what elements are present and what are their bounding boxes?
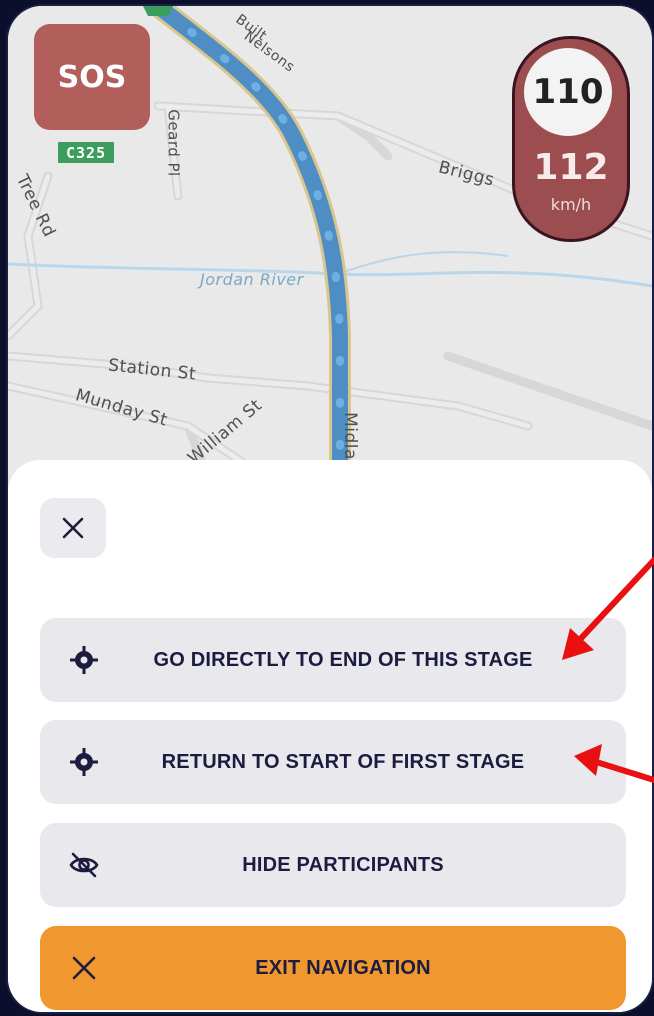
- annotation-arrows: [562, 557, 654, 783]
- annotation-arrow: [562, 557, 654, 660]
- annotation-arrow: [574, 744, 654, 783]
